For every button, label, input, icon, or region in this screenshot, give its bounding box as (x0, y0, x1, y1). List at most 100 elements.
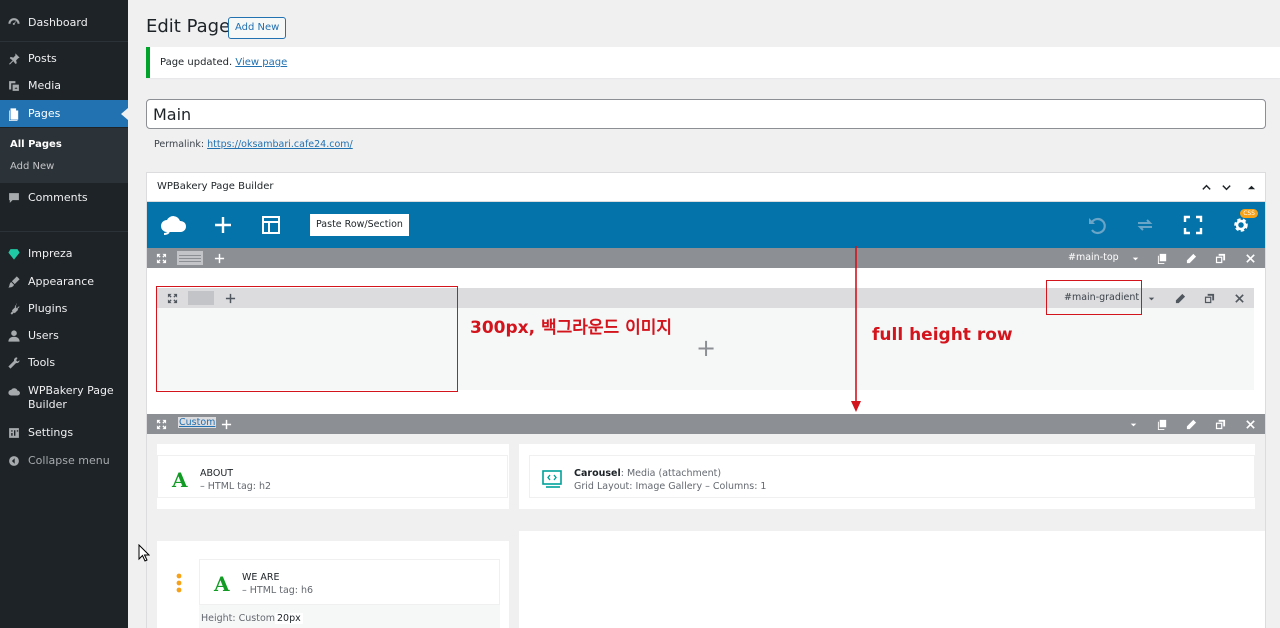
drag-handle-icon[interactable] (176, 573, 182, 593)
close-icon[interactable] (1243, 417, 1257, 431)
mouse-cursor-icon (138, 544, 150, 562)
column-spacer (509, 519, 519, 628)
element-title: ABOUT (200, 468, 234, 479)
submenu-add-new[interactable]: Add New (10, 161, 54, 172)
view-page-link[interactable]: View page (235, 57, 287, 68)
element-carousel[interactable]: Carousel: Media (attachment) Grid Layout… (529, 455, 1255, 498)
admin-sidebar: Dashboard Posts Media Pages All Pages Ad… (0, 0, 128, 628)
edit-icon[interactable] (1184, 417, 1198, 431)
annotation-300px: 300px, 백그라운드 이미지 (470, 318, 673, 338)
add-element-icon[interactable] (211, 213, 235, 237)
carousel-code-icon (542, 469, 564, 493)
annotation-box-left (156, 286, 458, 392)
chevron-up-icon[interactable] (1199, 180, 1213, 194)
copy-icon[interactable] (1155, 417, 1169, 431)
chevron-down-icon[interactable] (1128, 251, 1142, 265)
menu-separator (0, 41, 128, 42)
wpbakery-logo-icon[interactable] (159, 213, 189, 237)
menu-wpbakery[interactable]: WPBakery Page Builder (0, 377, 128, 419)
plug-icon (0, 302, 28, 316)
menu-dashboard[interactable]: Dashboard (0, 9, 128, 36)
copy-icon[interactable] (1155, 251, 1169, 265)
collapse-toggle-icon[interactable] (1244, 180, 1258, 194)
row-layout-icon[interactable] (177, 251, 203, 265)
permalink-label: Permalink: (154, 139, 205, 150)
text-a-icon: A (172, 468, 188, 492)
element-subtitle: – HTML tag: h6 (242, 585, 314, 596)
move-icon[interactable] (154, 251, 168, 265)
undo-icon[interactable] (1085, 213, 1109, 237)
row-custom-controls: Custom (147, 414, 1265, 434)
notice-text: Page updated. (160, 57, 233, 68)
menu-plugins[interactable]: Plugins (0, 295, 128, 322)
element-title-bold: Carousel (574, 468, 621, 479)
element-title-rest: : Media (attachment) (620, 468, 722, 479)
height-value: 20px (275, 613, 303, 624)
menu-comments[interactable]: Comments (0, 184, 128, 211)
user-icon (0, 329, 28, 343)
diamond-icon (0, 247, 28, 261)
media-icon (0, 79, 28, 93)
move-icon[interactable] (154, 417, 168, 431)
menu-impreza[interactable]: Impreza (0, 240, 128, 267)
text-a-icon: A (214, 572, 230, 596)
clone-icon[interactable] (1202, 291, 1216, 305)
wrench-icon (0, 356, 28, 370)
edit-icon[interactable] (1184, 251, 1198, 265)
wpbakery-box: WPBakery Page Builder Paste Row/Section … (146, 172, 1266, 628)
menu-posts[interactable]: Posts (0, 45, 128, 72)
edit-icon[interactable] (1173, 291, 1187, 305)
annotation-full-height: full height row (872, 325, 1013, 345)
brush-icon (0, 275, 28, 289)
menu-separator (0, 231, 128, 232)
row-id-label: #main-top (1068, 252, 1119, 263)
collapse-icon (0, 454, 28, 468)
dashboard-icon (0, 16, 28, 30)
row-layout-custom[interactable]: Custom (178, 417, 217, 428)
layout-template-icon[interactable] (259, 213, 283, 237)
column-spacer (1255, 444, 1265, 519)
clone-icon[interactable] (1213, 251, 1227, 265)
menu-appearance[interactable]: Appearance (0, 268, 128, 295)
menu-users[interactable]: Users (0, 322, 128, 349)
wpbakery-title: WPBakery Page Builder (157, 181, 274, 192)
permalink-url[interactable]: https://oksambari.cafe24.com/ (207, 139, 353, 150)
css-badge: CSS (1240, 209, 1258, 218)
cloud-icon (0, 384, 28, 399)
menu-collapse[interactable]: Collapse menu (0, 447, 128, 474)
redo-icon[interactable] (1133, 213, 1157, 237)
element-we-are[interactable]: A WE ARE – HTML tag: h6 (199, 559, 500, 605)
column-spacer (147, 434, 1265, 444)
annotation-box-gradient (1046, 280, 1142, 315)
settings-icon (0, 426, 28, 440)
paste-row-button[interactable]: Paste Row/Section (310, 214, 409, 236)
row-main-top-controls: #main-top (147, 248, 1265, 268)
add-column-icon[interactable] (212, 251, 226, 265)
menu-media[interactable]: Media (0, 72, 128, 99)
close-icon[interactable] (1243, 251, 1257, 265)
wpbakery-toolbar: Paste Row/Section CSS (147, 202, 1265, 248)
height-info: Height: Custom 20px (199, 605, 500, 628)
menu-settings[interactable]: Settings (0, 419, 128, 446)
empty-column (519, 531, 1265, 628)
menu-tools[interactable]: Tools (0, 349, 128, 376)
element-subtitle: Grid Layout: Image Gallery – Columns: 1 (574, 481, 767, 492)
annotation-arrow (851, 246, 861, 412)
element-title: WE ARE (242, 572, 280, 583)
element-about[interactable]: A ABOUT – HTML tag: h2 (157, 455, 508, 498)
chevron-down-icon[interactable] (1126, 417, 1140, 431)
page-title-input[interactable] (146, 99, 1266, 129)
height-label: Height: Custom (201, 613, 276, 624)
submenu-all-pages[interactable]: All Pages (10, 139, 62, 150)
column-inner: A WE ARE – HTML tag: h6 Height: Custom 2… (157, 541, 508, 628)
chevron-down-icon[interactable] (1219, 180, 1233, 194)
add-new-button[interactable]: Add New (228, 17, 287, 39)
clone-icon[interactable] (1213, 417, 1227, 431)
add-column-icon[interactable] (219, 417, 233, 431)
menu-pages[interactable]: Pages (0, 100, 128, 127)
close-icon[interactable] (1232, 291, 1246, 305)
chevron-down-icon[interactable] (1144, 291, 1158, 305)
add-element-plus-icon[interactable]: + (696, 336, 716, 360)
fullscreen-icon[interactable] (1181, 213, 1205, 237)
wpbakery-header: WPBakery Page Builder (147, 173, 1265, 202)
